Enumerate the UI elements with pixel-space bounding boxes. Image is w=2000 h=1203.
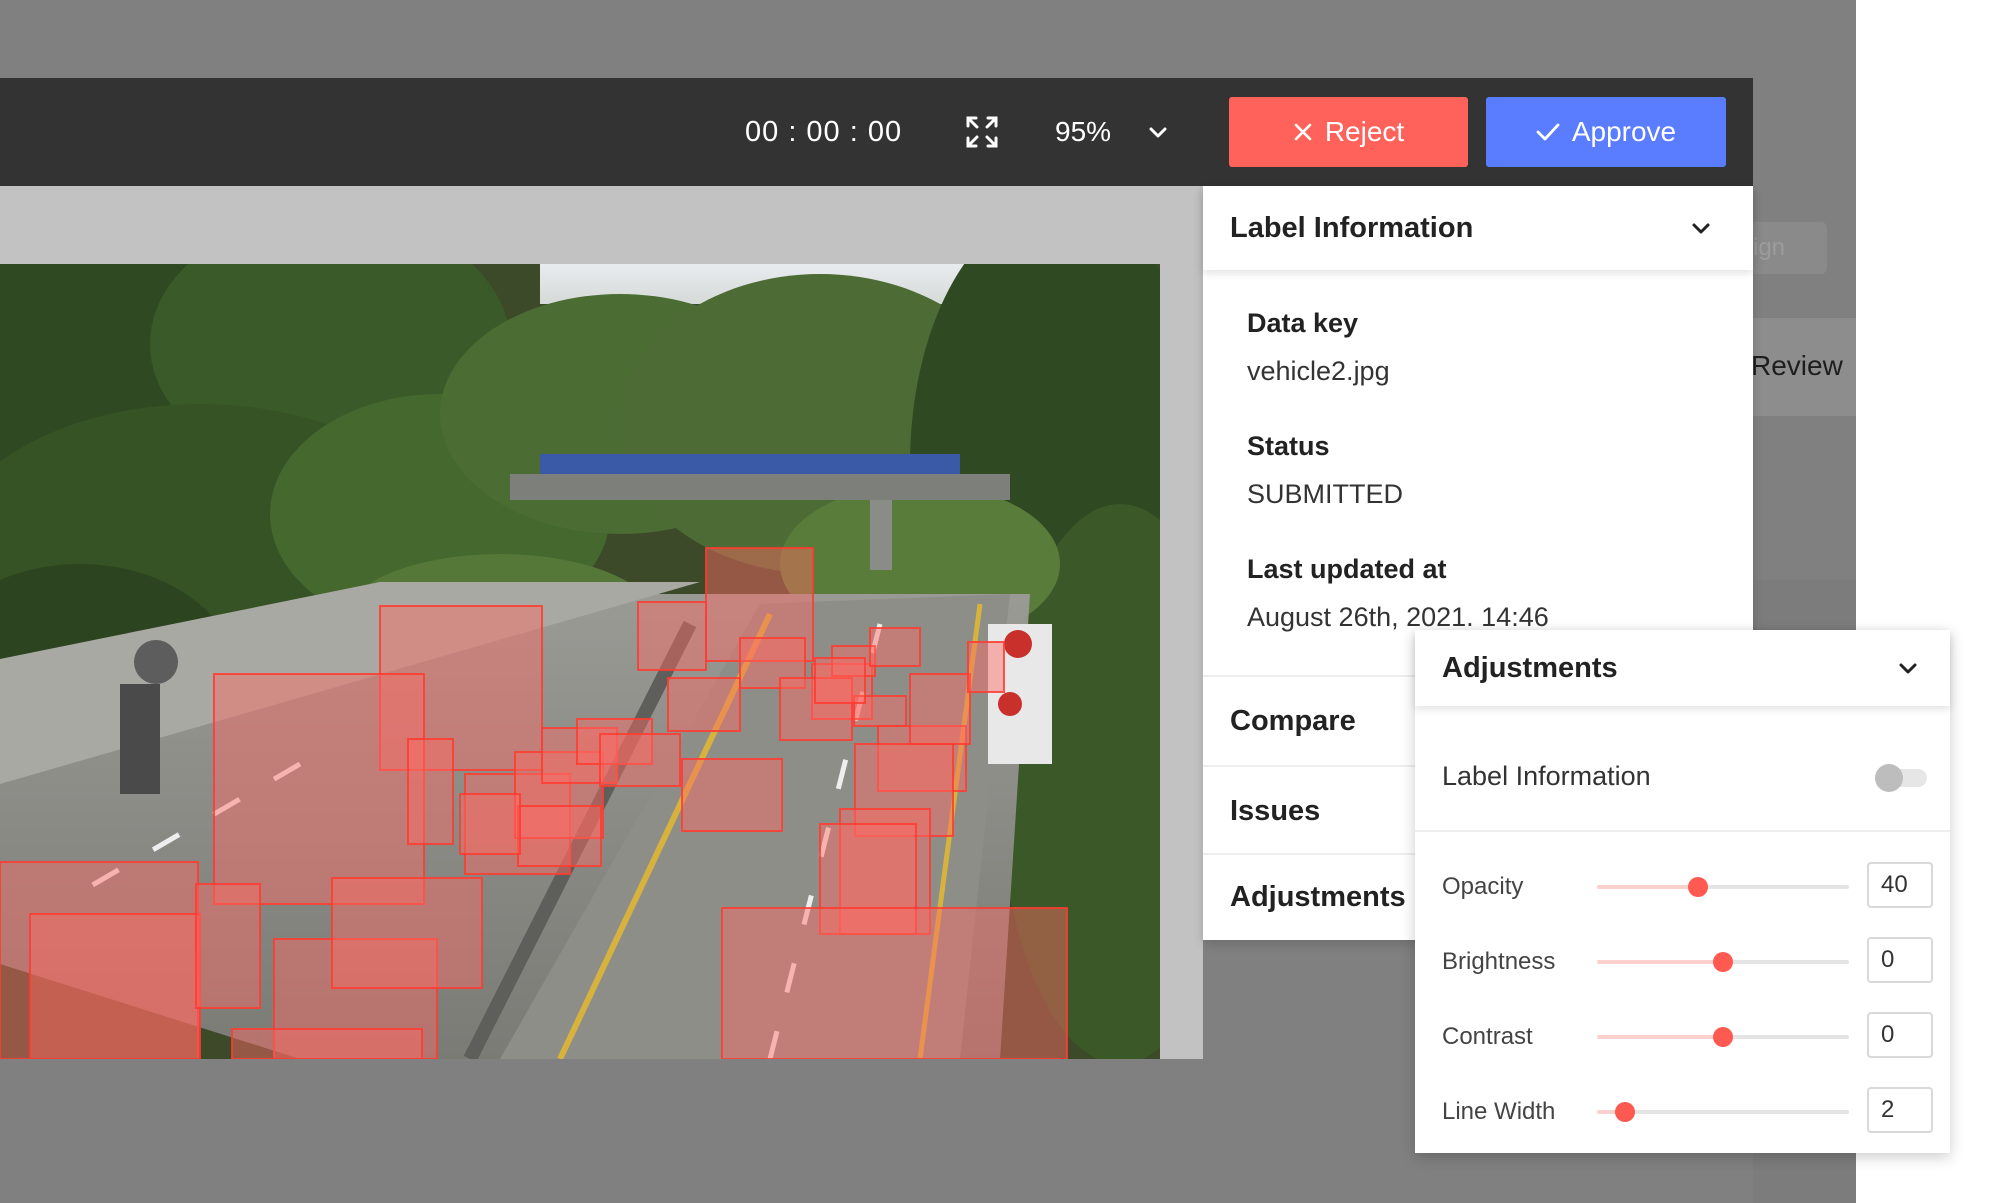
data-key-value: vehicle2.jpg <box>1247 356 1390 386</box>
expand-icon[interactable] <box>964 114 1000 150</box>
adjustments-title: Adjustments <box>1442 652 1618 684</box>
last-updated-label: Last updated at <box>1247 554 1447 584</box>
brightness-slider[interactable] <box>1597 952 1849 972</box>
opacity-slider-fill <box>1597 885 1698 889</box>
adjustments-popover: Adjustments Label Information Opacity 40… <box>1415 630 1950 1153</box>
check-icon <box>1536 123 1560 141</box>
highway-photo[interactable] <box>0 264 1160 1059</box>
background-review-label: Review <box>1751 350 1843 381</box>
line-width-input[interactable]: 2 <box>1867 1087 1933 1133</box>
opacity-slider-thumb[interactable] <box>1687 877 1708 897</box>
timer-display: 00 : 00 : 00 <box>745 116 903 148</box>
chevron-down-icon[interactable] <box>1689 216 1713 240</box>
status-value: SUBMITTED <box>1247 479 1404 509</box>
close-icon <box>1294 123 1312 141</box>
approve-button[interactable]: Approve <box>1486 97 1726 167</box>
section-issues-label: Issues <box>1230 795 1321 827</box>
toggle-knob <box>1875 764 1903 792</box>
brightness-slider-thumb[interactable] <box>1713 952 1733 972</box>
opacity-label: Opacity <box>1442 873 1524 900</box>
opacity-slider[interactable] <box>1597 877 1849 897</box>
chevron-down-icon[interactable] <box>1896 656 1920 680</box>
slider-row-contrast: Contrast 0 <box>1415 1012 1950 1062</box>
label-information-toggle[interactable] <box>1875 764 1927 792</box>
line-width-label: Line Width <box>1442 1098 1556 1125</box>
slider-row-brightness: Brightness 0 <box>1415 937 1950 987</box>
opacity-input[interactable]: 40 <box>1867 862 1933 908</box>
adjustments-divider <box>1415 830 1950 832</box>
adjustments-header[interactable]: Adjustments <box>1415 630 1950 706</box>
review-toolbar: 00 : 00 : 00 95% Reject Approve <box>0 78 1753 186</box>
label-information-title: Label Information <box>1230 212 1474 244</box>
reject-label: Reject <box>1324 116 1405 147</box>
brightness-label: Brightness <box>1442 948 1556 975</box>
slider-row-opacity: Opacity 40 <box>1415 862 1950 912</box>
last-updated-value: August 26th, 2021. 14:46 <box>1247 602 1549 632</box>
app-stage: sign Review 00 : 00 : 00 95% Reject Appr… <box>0 0 2000 1203</box>
brightness-slider-fill <box>1597 960 1723 964</box>
data-key-label: Data key <box>1247 308 1359 338</box>
approve-label: Approve <box>1571 116 1677 147</box>
contrast-slider-fill <box>1597 1035 1723 1039</box>
section-compare-label: Compare <box>1230 705 1356 737</box>
contrast-slider-thumb[interactable] <box>1713 1027 1733 1047</box>
zoom-level[interactable]: 95% <box>1055 78 1111 186</box>
section-adjustments-label: Adjustments <box>1230 881 1406 913</box>
line-width-slider[interactable] <box>1597 1102 1849 1122</box>
brightness-input[interactable]: 0 <box>1867 937 1933 983</box>
slider-row-line-width: Line Width 2 <box>1415 1087 1950 1137</box>
status-label: Status <box>1247 431 1330 461</box>
chevron-down-icon[interactable] <box>1146 120 1170 144</box>
contrast-input[interactable]: 0 <box>1867 1012 1933 1058</box>
contrast-slider[interactable] <box>1597 1027 1849 1047</box>
label-information-toggle-label: Label Information <box>1442 761 1651 791</box>
line-width-slider-thumb[interactable] <box>1615 1102 1635 1122</box>
contrast-label: Contrast <box>1442 1023 1533 1050</box>
label-information-header[interactable]: Label Information <box>1203 186 1753 270</box>
reject-button[interactable]: Reject <box>1229 97 1468 167</box>
